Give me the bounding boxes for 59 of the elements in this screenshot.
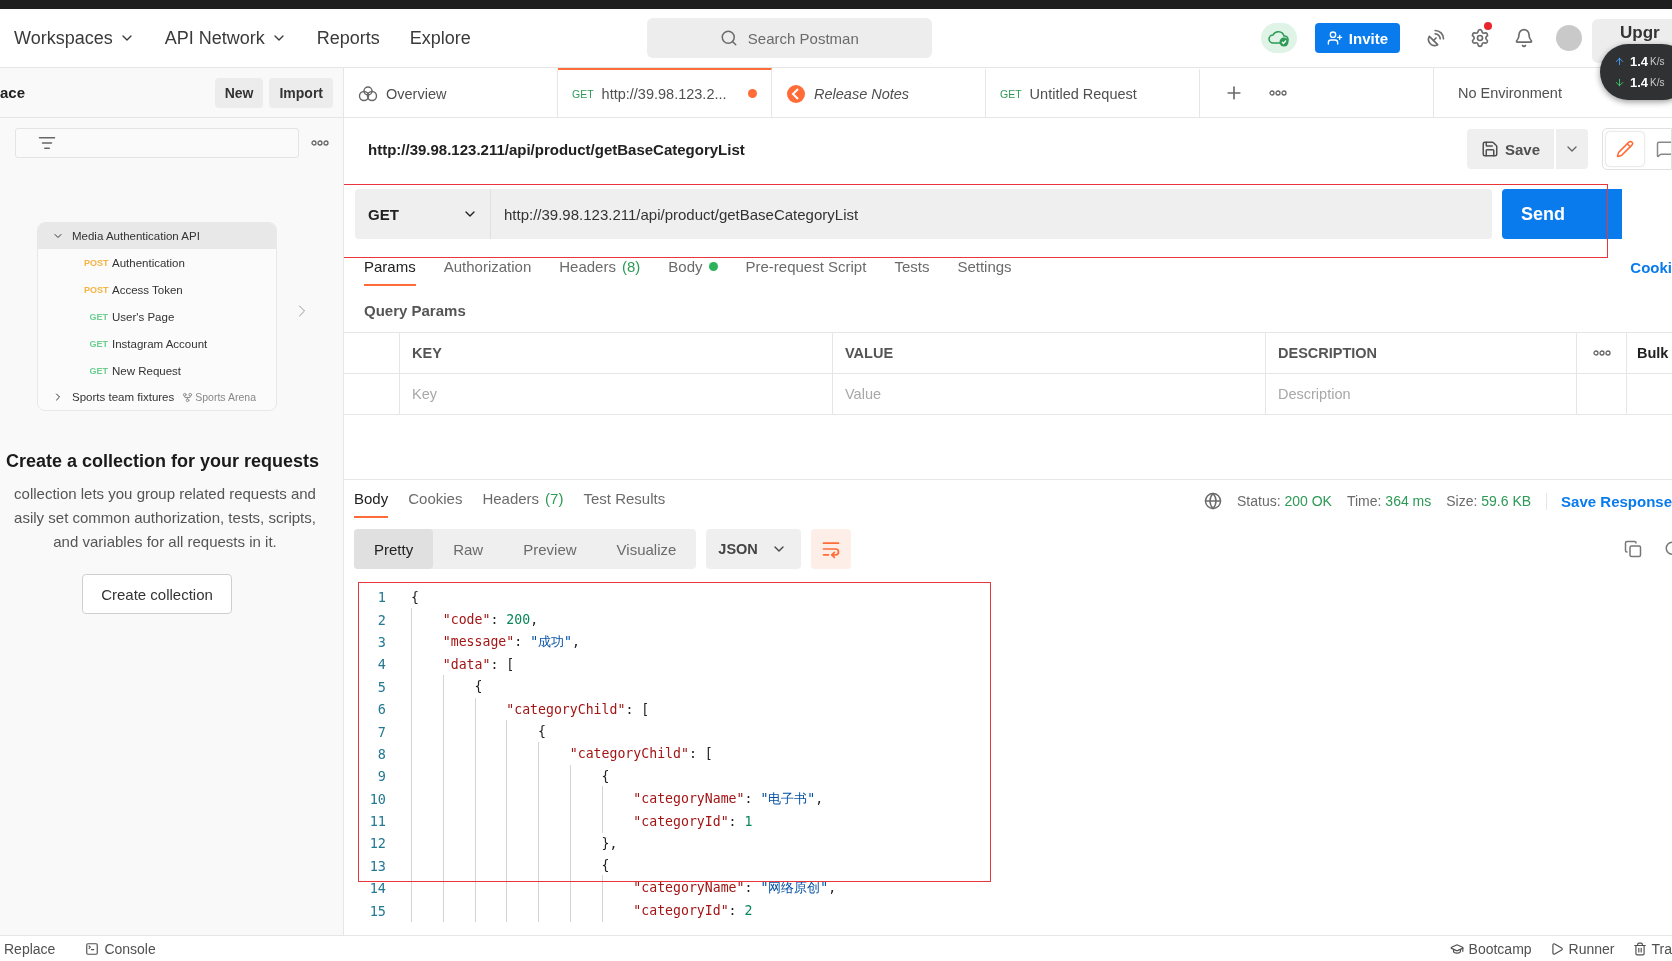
column-header: DESCRIPTION bbox=[1266, 333, 1577, 374]
tab-label: http://39.98.123.2... bbox=[601, 85, 727, 102]
description-line: and variables for all requests in it. bbox=[53, 532, 277, 552]
line-number: 5 bbox=[376, 678, 386, 695]
code-line: { bbox=[411, 768, 610, 784]
code-line: "categoryChild": [ bbox=[411, 701, 650, 717]
line-number: 6 bbox=[376, 701, 386, 718]
method-label: GET bbox=[88, 338, 108, 349]
speed-unit: K/s bbox=[1650, 77, 1665, 88]
speed-value: 1.4 bbox=[1630, 75, 1649, 90]
response-stat: Status: 200 OK bbox=[1237, 493, 1332, 509]
line-number: 13 bbox=[368, 857, 386, 874]
code-line: "data": [ bbox=[411, 656, 515, 672]
description-line: collection lets you group related requests and bbox=[14, 484, 316, 504]
fork-name: Sports Arena bbox=[195, 391, 256, 403]
line-number: 11 bbox=[368, 813, 386, 830]
section-title: Query Params bbox=[363, 300, 467, 321]
tab-label: Release Notes bbox=[814, 85, 910, 102]
line-number: 9 bbox=[376, 768, 386, 785]
request-name: New Request bbox=[112, 364, 182, 377]
request-name: Instagram Account bbox=[112, 337, 208, 350]
request-title: http://39.98.123.211/api/product/getBaseCategoryList bbox=[368, 140, 745, 158]
method-label: POST bbox=[84, 257, 108, 268]
response-stat: Time: 364 ms bbox=[1346, 493, 1432, 509]
line-number: 10 bbox=[368, 790, 386, 807]
tab-label: Overview bbox=[386, 85, 447, 102]
column-header: KEY bbox=[400, 333, 833, 374]
code-line: "categoryId": 2 bbox=[411, 903, 753, 919]
line-number: 15 bbox=[368, 902, 386, 919]
method-label: GET bbox=[1000, 87, 1022, 100]
line-number: 7 bbox=[376, 723, 386, 740]
request-name: Access Token bbox=[112, 283, 183, 296]
response-stat: Size: 59.6 KB bbox=[1446, 493, 1532, 509]
line-number: 14 bbox=[368, 880, 386, 897]
search-placeholder: Search Postman bbox=[747, 29, 859, 47]
code-line: "message": "成功", bbox=[411, 632, 580, 651]
method-label: GET bbox=[88, 311, 108, 322]
line-number: 1 bbox=[376, 589, 386, 606]
line-number: 8 bbox=[376, 745, 386, 762]
empty-state-title: Create a collection for your requests bbox=[5, 451, 321, 472]
description-line: asily set common authorization, tests, scripts, bbox=[14, 508, 316, 528]
request-name: User's Page bbox=[112, 310, 175, 323]
code-line: { bbox=[411, 858, 610, 874]
workspace-name: ace bbox=[0, 84, 26, 101]
method-label: GET bbox=[572, 87, 594, 100]
line-number: 4 bbox=[376, 656, 386, 673]
line-number: 12 bbox=[368, 835, 386, 852]
request-name: Authentication bbox=[112, 256, 185, 269]
code-line: "categoryName": "电子书", bbox=[411, 789, 824, 808]
line-number: 2 bbox=[376, 611, 386, 628]
collection-name: Media Authentication API bbox=[72, 230, 200, 242]
code-line: }, bbox=[411, 836, 618, 851]
line-number: 3 bbox=[376, 633, 386, 650]
method-label: POST bbox=[84, 284, 108, 295]
method-label: GET bbox=[88, 365, 108, 376]
column-header: VALUE bbox=[833, 333, 1266, 374]
tab-label: Untitled Request bbox=[1029, 85, 1137, 102]
code-line: { bbox=[411, 589, 419, 605]
collection-name: Sports team fixtures bbox=[72, 391, 175, 403]
